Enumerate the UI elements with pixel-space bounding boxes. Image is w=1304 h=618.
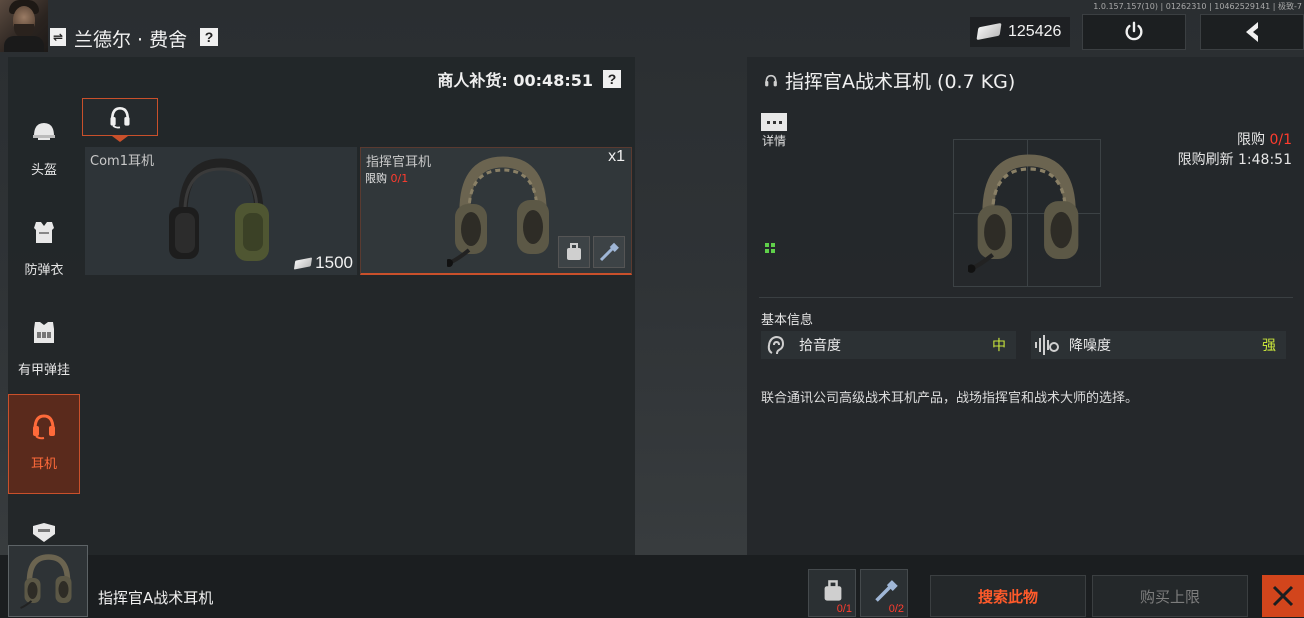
commander-headset-image: [20, 554, 72, 609]
stat-value: 中: [992, 338, 1006, 354]
body-armor-icon: [29, 217, 59, 247]
money-icon: [294, 256, 313, 270]
item-title-text: 指挥官A战术耳机 (0.7 KG): [785, 71, 1016, 93]
limit-label: 限购: [1237, 132, 1266, 148]
restock-timer: 商人补货: 00:48:51: [437, 71, 593, 90]
buy-limit-button[interactable]: 购买上限: [1092, 575, 1248, 617]
requirement-slot-tool[interactable]: 0/2: [860, 569, 908, 617]
details-button[interactable]: 详情: [761, 113, 787, 149]
player-name: 兰德尔 · 费舍: [74, 29, 188, 51]
item-name: Com1耳机: [90, 154, 154, 169]
headset-icon: [29, 411, 59, 441]
mask-icon: [29, 517, 59, 547]
limit-value: 0/1: [1269, 132, 1292, 148]
category-helmet[interactable]: 头盔: [8, 101, 80, 201]
headset-icon: [765, 74, 777, 86]
bag-icon: [567, 243, 581, 260]
item-quantity: x1: [608, 148, 625, 165]
limit-value: 0/1: [390, 172, 409, 185]
item-detail-title: 指挥官A战术耳机 (0.7 KG): [763, 67, 1015, 94]
requirement-slot-bag[interactable]: 0/1: [808, 569, 856, 617]
category-body-armor[interactable]: 防弹衣: [8, 201, 80, 301]
close-button[interactable]: [1262, 575, 1304, 617]
top-bar: 1.0.157.157(10) | 01262310 | 10462529141…: [0, 0, 1304, 52]
limit-refresh: 限购刷新 1:48:51: [1177, 152, 1292, 168]
stat-noise-reduction: 降噪度 强: [1031, 331, 1286, 359]
power-icon: [1125, 21, 1143, 41]
item-price: 1500: [294, 253, 353, 273]
stat-pickup: 拾音度 中: [761, 331, 1016, 359]
subtab-headset[interactable]: [82, 98, 158, 136]
item-description: 联合通讯公司高级战术耳机产品，战场指挥官和战术大师的选择。: [761, 391, 1139, 406]
stat-value: 强: [1262, 338, 1276, 354]
slot-count: 0/2: [888, 603, 904, 615]
details-label: 详情: [761, 134, 786, 148]
divider: [759, 297, 1293, 298]
category-headset[interactable]: 耳机: [8, 394, 80, 494]
ear-icon: [761, 331, 791, 359]
item-card-com1[interactable]: Com1耳机 1500: [85, 147, 357, 275]
restock-help-button[interactable]: ?: [603, 70, 621, 88]
tool-icon: [599, 242, 619, 262]
basic-info-title: 基本信息: [761, 313, 814, 328]
power-button[interactable]: [1082, 14, 1186, 50]
player-avatar[interactable]: [0, 0, 48, 52]
bag-icon: [824, 580, 842, 601]
subtab-indicator: [112, 136, 128, 142]
back-arrow-icon: [1246, 22, 1258, 42]
item-card-commander[interactable]: 指挥官耳机 限购 0/1 x1: [360, 147, 632, 275]
item-price-value: 1500: [315, 253, 353, 272]
selected-item-thumbnail[interactable]: [8, 545, 88, 617]
required-item-slot[interactable]: [558, 236, 590, 268]
merchant-restock: 商人补货: 00:48:51 ?: [437, 67, 621, 91]
item-detail-panel: 指挥官A战术耳机 (0.7 KG) 详情 限购 0/1 限购刷新 1:48:51…: [747, 57, 1304, 555]
category-mask[interactable]: [8, 501, 80, 551]
item-preview: [953, 139, 1101, 287]
sound-wave-icon: [1031, 331, 1061, 359]
category-label: 耳机: [30, 457, 57, 472]
stat-name: 降噪度: [1069, 338, 1111, 354]
version-label: 1.0.157.157(10) | 01262310 | 10462529141…: [1093, 2, 1302, 11]
item-limit: 限购 0/1: [365, 170, 408, 186]
close-icon: [1272, 585, 1294, 607]
commander-headset-image: [447, 156, 549, 267]
slot-count: 0/1: [836, 603, 852, 615]
category-label: 头盔: [30, 163, 57, 178]
bottom-bar: 指挥官A战术耳机 0/1 0/2 搜索此物 购买上限: [0, 545, 1304, 618]
headset-icon: [110, 107, 130, 129]
tool-icon: [875, 580, 898, 602]
item-name: 指挥官耳机: [366, 155, 432, 170]
money-icon: [976, 22, 1002, 41]
selected-item-name: 指挥官A战术耳机: [98, 589, 214, 607]
player-help-button[interactable]: ?: [200, 28, 218, 46]
search-item-button[interactable]: 搜索此物: [930, 575, 1086, 617]
currency-display: 125426: [970, 17, 1070, 47]
category-label: 防弹衣: [24, 263, 64, 278]
currency-amount: 125426: [1008, 23, 1062, 40]
purchase-limit-info: 限购 0/1 限购刷新 1:48:51: [1178, 130, 1292, 170]
commander-headset-image: [968, 154, 1079, 273]
more-icon: [761, 113, 787, 131]
shop-panel: 商人补货: 00:48:51 ? 头盔 防弹衣 有甲弹挂 耳机 Com1耳机 1…: [8, 57, 635, 555]
grid-size-icon: [765, 243, 775, 253]
required-tool-slot[interactable]: [593, 236, 625, 268]
back-button[interactable]: [1200, 14, 1304, 50]
category-armored-rig[interactable]: 有甲弹挂: [8, 301, 80, 401]
headset-image: [169, 158, 269, 261]
limit-label: 限购: [365, 172, 387, 185]
helmet-icon: [29, 117, 59, 147]
stat-name: 拾音度: [799, 338, 841, 354]
armored-rig-icon: [29, 317, 59, 347]
category-label: 有甲弹挂: [17, 363, 70, 378]
swap-icon[interactable]: ⇌: [50, 28, 66, 46]
